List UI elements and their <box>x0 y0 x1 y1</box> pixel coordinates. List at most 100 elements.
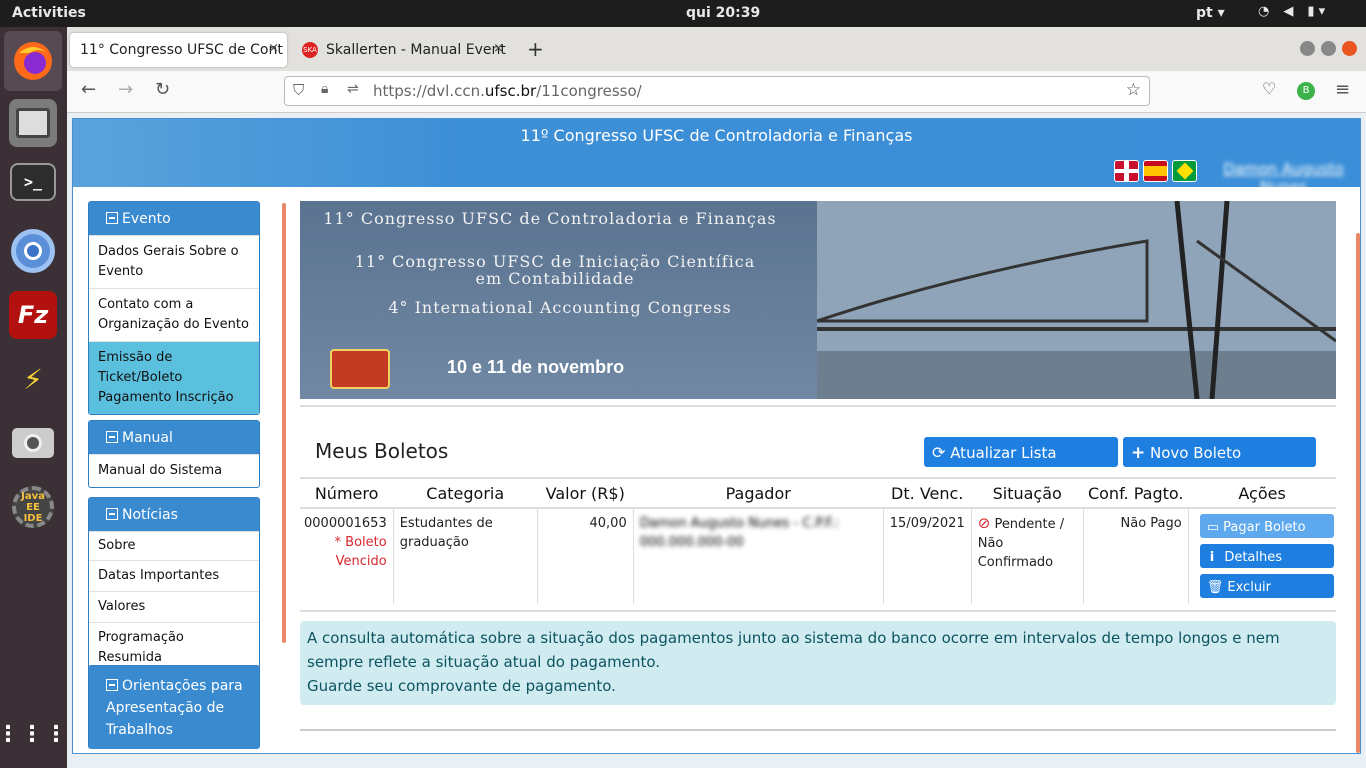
menu-orientacoes: Orientações para Apresentação de Trabalh… <box>88 665 260 749</box>
delete-button[interactable]: 🗑︎ Excluir <box>1199 574 1334 598</box>
tab-congresso[interactable]: 11° Congresso UFSC de Cont × <box>70 33 287 67</box>
menu-manual: Manual Manual do Sistema <box>88 420 260 488</box>
menu-noticias: Notícias Sobre Datas Importantes Valores… <box>88 497 260 674</box>
files-icon[interactable] <box>9 99 57 147</box>
notice-line-1: A consulta automática sobre a situação d… <box>307 629 1280 671</box>
cell-situacao: ⊘ Pendente / Não Confirmado <box>971 508 1084 604</box>
menu-heading-orientacoes[interactable]: Orientações para Apresentação de Trabalh… <box>89 666 259 749</box>
menu-item-valores[interactable]: Valores <box>89 591 259 622</box>
bookmark-star-icon[interactable]: ☆ <box>1126 80 1141 100</box>
java-ee-ide-icon[interactable]: Java EE IDE <box>9 483 57 531</box>
col-pagador: Pagador <box>633 477 884 509</box>
credit-card-icon: ▭ <box>1206 520 1220 535</box>
menu-heading-noticias[interactable]: Notícias <box>89 498 259 531</box>
cell-conf-pagto: Não Pago <box>1083 508 1189 604</box>
menu-heading-manual[interactable]: Manual <box>89 421 259 454</box>
new-boleto-button[interactable]: + Novo Boleto <box>1123 437 1316 467</box>
close-tab-icon[interactable]: × <box>493 41 504 56</box>
col-situacao: Situação <box>971 477 1084 509</box>
menu-item-emissao-boleto[interactable]: Emissão de Ticket/Boleto Pagamento Inscr… <box>89 341 259 414</box>
shield-icon: ⛉ <box>293 81 305 99</box>
firefox-icon[interactable] <box>4 31 62 91</box>
menu-item-dados-gerais[interactable]: Dados Gerais Sobre o Evento <box>89 235 259 288</box>
refresh-list-button[interactable]: ⟳ Atualizar Lista <box>924 437 1118 467</box>
forward-icon[interactable]: → <box>118 79 133 100</box>
menu-item-contato[interactable]: Contato com a Organização do Evento <box>89 288 259 341</box>
remote-desktop-icon[interactable]: ⚡ <box>9 355 57 403</box>
col-numero: Número <box>300 477 394 509</box>
divider <box>300 729 1336 731</box>
tab-title: Skallerten - Manual Event <box>326 42 506 58</box>
pocket-icon[interactable]: ♡ <box>1262 79 1276 98</box>
url-domain: ufsc.br <box>484 82 537 100</box>
collapse-icon <box>106 508 118 520</box>
extension-icon[interactable]: B <box>1297 82 1315 100</box>
close-tab-icon[interactable]: × <box>268 41 279 56</box>
banner-line-2: 11° Congresso UFSC de Iniciação Científi… <box>354 252 756 288</box>
reload-icon[interactable]: ↻ <box>155 79 170 100</box>
camera-icon[interactable] <box>9 419 57 467</box>
close-window-icon[interactable] <box>1342 41 1357 56</box>
plus-icon: + <box>1131 443 1146 463</box>
overdue-note: * Boleto Vencido <box>334 535 387 569</box>
sidebar-scrollbar[interactable] <box>282 203 286 643</box>
refresh-icon: ⟳ <box>932 443 946 462</box>
menu-item-manual-sistema[interactable]: Manual do Sistema <box>89 454 259 487</box>
chromium-icon[interactable] <box>9 227 57 275</box>
bridge-illustration <box>817 201 1336 399</box>
tab-title: 11° Congresso UFSC de Cont <box>80 42 283 58</box>
url-bar[interactable]: ⛉ 🔒︎ ⇌ https://dvl.ccn.ufsc.br/11congres… <box>284 76 1150 106</box>
permissions-icon: ⇌ <box>347 81 359 97</box>
cell-categoria: Estudantes de graduação <box>393 508 538 604</box>
collapse-icon <box>106 431 118 443</box>
cell-valor: 40,00 <box>537 508 634 604</box>
page-title: 11º Congresso UFSC de Controladoria e Fi… <box>520 126 913 145</box>
dock: >_ Fz ⚡ Java EE IDE ⋮⋮⋮ <box>0 27 67 768</box>
section-title: Meus Boletos <box>315 439 449 463</box>
url-prefix: https://dvl.ccn. <box>373 82 485 100</box>
divider <box>300 610 1336 612</box>
terminal-icon[interactable]: >_ <box>10 163 56 201</box>
tab-skallerten[interactable]: SKA Skallerten - Manual Event × <box>292 33 512 67</box>
input-language[interactable]: pt ▾ <box>1196 5 1225 21</box>
flag-es-icon[interactable] <box>1143 160 1168 182</box>
system-tray[interactable]: ◔ ◀ ▮ ▾ <box>1258 4 1325 19</box>
collapse-icon <box>106 212 118 224</box>
menu-item-sobre[interactable]: Sobre <box>89 531 259 560</box>
flag-br-icon[interactable] <box>1172 160 1197 182</box>
menu-heading-label: Orientações para Apresentação de Trabalh… <box>106 678 243 738</box>
page-scrollbar[interactable] <box>1356 233 1360 753</box>
nav-bar: ← → ↻ ⛉ 🔒︎ ⇌ https://dvl.ccn.ufsc.br/11c… <box>67 71 1366 113</box>
menu-item-datas[interactable]: Datas Importantes <box>89 560 259 591</box>
window-controls <box>1300 41 1357 56</box>
maximize-icon[interactable] <box>1321 41 1336 56</box>
divider <box>300 405 1336 407</box>
col-conf-pagto: Conf. Pagto. <box>1083 477 1189 509</box>
filezilla-icon[interactable]: Fz <box>9 291 57 339</box>
menu-icon[interactable]: ≡ <box>1335 79 1350 100</box>
ufsc-logo <box>330 349 390 389</box>
minimize-icon[interactable] <box>1300 41 1315 56</box>
banner-line-3: 4° International Accounting Congress <box>388 298 732 317</box>
page-header: 11º Congresso UFSC de Controladoria e Fi… <box>73 119 1360 196</box>
apps-grid-icon[interactable]: ⋮⋮⋮ <box>0 711 67 759</box>
payment-notice: A consulta automática sobre a situação d… <box>300 621 1336 705</box>
menu-heading-evento[interactable]: Evento <box>89 202 259 235</box>
flag-en-icon[interactable] <box>1114 160 1139 182</box>
pay-boleto-button[interactable]: ▭ Pagar Boleto <box>1199 514 1334 538</box>
browser-window: 11° Congresso UFSC de Cont × SKA Skaller… <box>67 27 1366 768</box>
clock[interactable]: qui 20:39 <box>686 5 760 21</box>
url-path: /11congresso/ <box>536 82 642 100</box>
cell-numero: 0000001653 * Boleto Vencido <box>300 508 394 604</box>
lock-icon: 🔒︎ <box>321 81 329 97</box>
back-icon[interactable]: ← <box>81 79 96 100</box>
activities-button[interactable]: Activities <box>12 5 86 21</box>
details-button[interactable]: i Detalhes <box>1199 544 1334 568</box>
page-viewport: 11º Congresso UFSC de Controladoria e Fi… <box>67 114 1366 768</box>
boleto-number: 0000001653 <box>304 516 387 531</box>
user-link[interactable]: Damon Augusto Nunes <box>1207 160 1360 196</box>
page-container: 11º Congresso UFSC de Controladoria e Fi… <box>72 118 1361 754</box>
new-tab-button[interactable]: + <box>527 37 544 61</box>
menu-evento: Evento Dados Gerais Sobre o Evento Conta… <box>88 201 260 415</box>
battery-icon: ▮ ▾ <box>1307 4 1326 19</box>
